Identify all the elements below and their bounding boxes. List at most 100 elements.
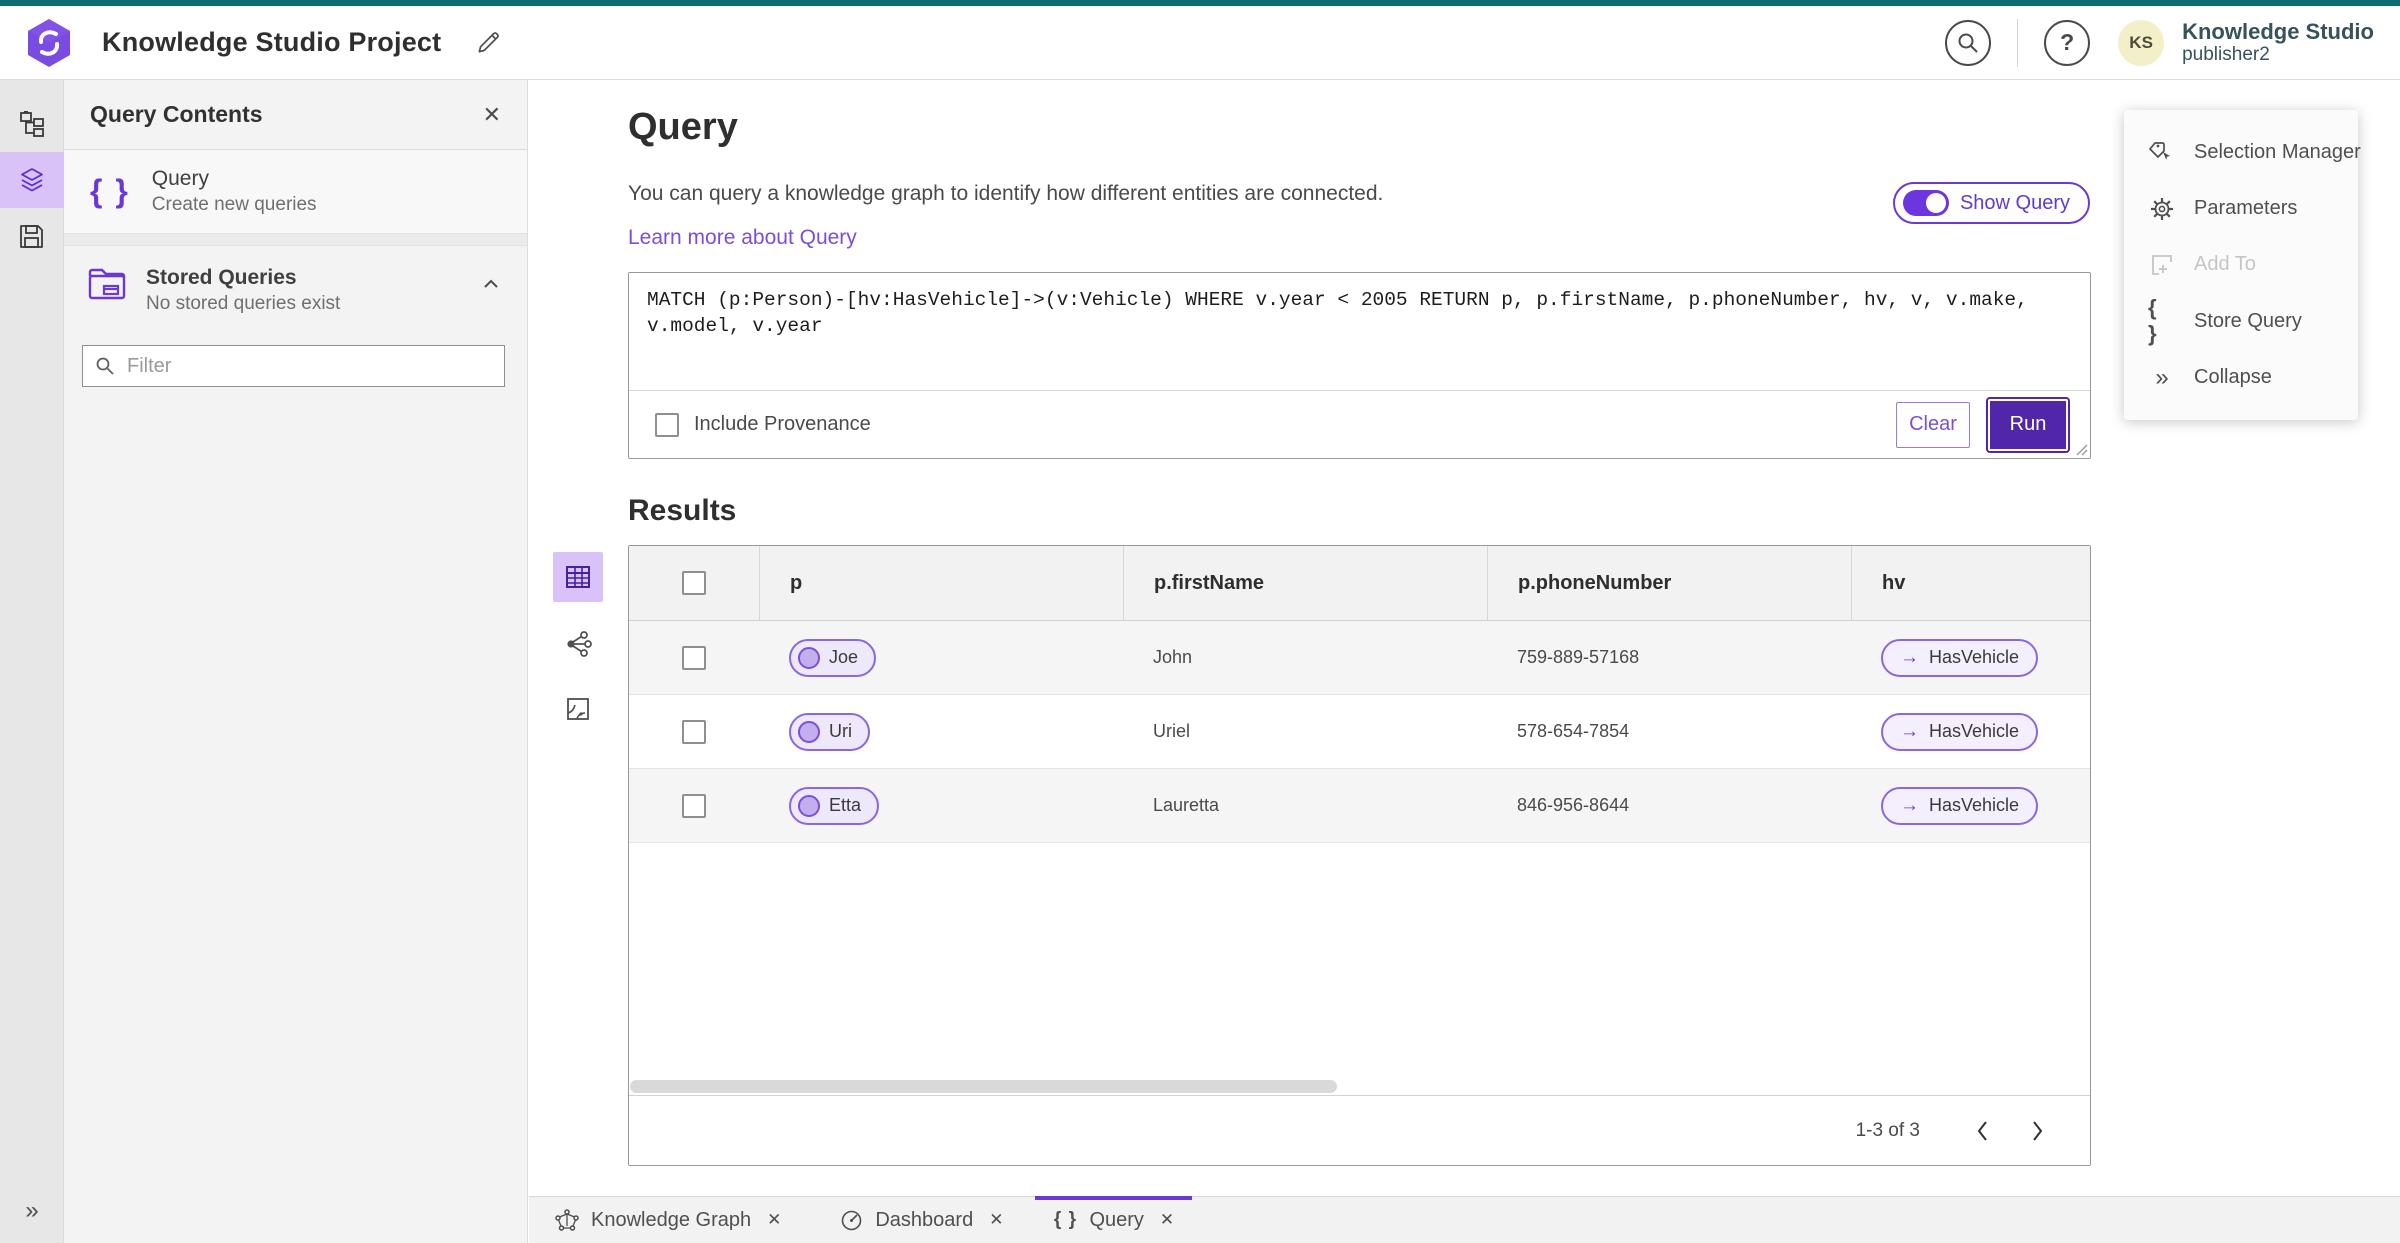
store-query-braces-icon: { } <box>2148 295 2159 347</box>
filter-search-icon <box>96 357 114 375</box>
row-checkbox[interactable] <box>682 793 706 818</box>
rail-item-layers[interactable] <box>0 152 64 208</box>
stored-queries-label: Stored Queries <box>146 266 297 289</box>
relationship-pill[interactable]: → HasVehicle <box>1881 638 2039 677</box>
query-list-item[interactable]: { } Query Create new queries <box>64 150 527 234</box>
schema-icon <box>19 111 44 137</box>
table-row: Uri Uriel 578-654-7854 → HasVehicle <box>629 695 2090 769</box>
app-window: Knowledge Studio Project ? KS Knowledge … <box>0 0 2400 1243</box>
link-chart-view-button[interactable] <box>553 618 603 668</box>
tab-label: Query <box>1089 1208 1144 1231</box>
entity-pill[interactable]: Uri <box>789 712 870 751</box>
column-header-phonenumber: p.phoneNumber <box>1487 546 1851 620</box>
tab-knowledge-graph[interactable]: Knowledge Graph ✕ <box>537 1197 799 1243</box>
arrow-right-icon: → <box>1900 794 1919 816</box>
previous-page-button[interactable] <box>1964 1112 2002 1150</box>
entity-pill[interactable]: Joe <box>789 638 877 677</box>
store-query-item[interactable]: { } Store Query <box>2124 295 2358 347</box>
firstname-cell: Lauretta <box>1153 795 1220 815</box>
selection-manager-label: Selection Manager <box>2194 140 2361 163</box>
edit-title-icon[interactable] <box>475 30 501 56</box>
stored-queries-section[interactable]: Stored Queries No stored queries exist <box>64 246 527 323</box>
avatar[interactable]: KS <box>2118 19 2165 66</box>
clear-button[interactable]: Clear <box>1896 401 1970 448</box>
next-page-button[interactable] <box>2018 1112 2056 1150</box>
run-button[interactable]: Run <box>1986 396 2070 453</box>
tab-close-icon[interactable]: ✕ <box>1160 1210 1174 1230</box>
row-checkbox[interactable] <box>682 719 706 744</box>
expand-rail-button[interactable]: » <box>0 1191 64 1231</box>
results-heading: Results <box>628 494 737 527</box>
panel-title: Query Contents <box>90 101 263 127</box>
table-row: Etta Lauretta 846-956-8644 → HasVehicle <box>629 769 2090 843</box>
collapse-item[interactable]: » Collapse <box>2124 353 2358 403</box>
tab-dashboard[interactable]: Dashboard ✕ <box>821 1197 1021 1243</box>
collapse-icon: » <box>2155 363 2169 391</box>
relationship-label: HasVehicle <box>1929 721 2020 741</box>
gear-icon <box>2151 197 2173 220</box>
store-query-label: Store Query <box>2194 309 2302 332</box>
arrow-right-icon: → <box>1900 646 1919 668</box>
add-to-label: Add To <box>2194 253 2256 276</box>
search-icon <box>1958 33 1978 53</box>
query-textarea[interactable]: MATCH (p:Person)-[hv:HasVehicle]->(v:Veh… <box>629 273 2090 390</box>
user-block: Knowledge Studio publisher2 <box>2182 19 2374 66</box>
layers-icon <box>20 168 43 192</box>
relationship-pill[interactable]: → HasVehicle <box>1881 786 2039 825</box>
entity-dot-icon <box>798 646 820 669</box>
select-all-checkbox[interactable] <box>682 571 706 595</box>
selection-manager-item[interactable]: Selection Manager <box>2124 127 2361 177</box>
scrollbar-thumb[interactable] <box>630 1080 1337 1093</box>
product-name: Knowledge Studio <box>2182 18 2374 44</box>
stored-queries-filter[interactable] <box>82 345 505 387</box>
app-header: Knowledge Studio Project ? KS Knowledge … <box>0 6 2400 80</box>
show-query-toggle[interactable]: Show Query <box>1892 182 2090 224</box>
phonenumber-cell: 846-956-8644 <box>1517 795 1630 815</box>
selection-manager-icon <box>2149 142 2170 160</box>
panel-header: Query Contents ✕ <box>64 80 527 150</box>
relationship-pill[interactable]: → HasVehicle <box>1881 712 2039 751</box>
map-view-icon <box>567 698 589 720</box>
horizontal-scrollbar <box>629 1078 2090 1095</box>
tab-close-icon[interactable]: ✕ <box>989 1210 1003 1230</box>
row-checkbox[interactable] <box>682 645 706 670</box>
add-to-icon <box>2152 255 2172 275</box>
rail-item-save[interactable] <box>0 208 64 264</box>
add-to-item: Add To <box>2124 240 2358 290</box>
close-panel-icon[interactable]: ✕ <box>483 102 501 128</box>
table-view-button[interactable] <box>553 552 603 602</box>
header-divider <box>2017 18 2019 67</box>
arrow-right-icon: → <box>1900 720 1919 742</box>
relationship-label: HasVehicle <box>1929 795 2020 815</box>
help-button[interactable]: ? <box>2044 19 2091 66</box>
table-header-row: p p.firstName p.phoneNumber hv <box>629 546 2090 621</box>
include-provenance-checkbox[interactable] <box>655 412 679 437</box>
chevron-up-icon[interactable] <box>481 274 501 294</box>
entity-label: Joe <box>829 647 859 667</box>
page-description: You can query a knowledge graph to ident… <box>628 182 1384 205</box>
tab-close-icon[interactable]: ✕ <box>767 1210 781 1230</box>
save-icon <box>20 224 43 248</box>
tab-label: Dashboard <box>875 1208 974 1231</box>
tab-label: Knowledge Graph <box>591 1208 752 1231</box>
table-footer: 1-3 of 3 <box>629 1095 2090 1165</box>
app-logo-icon[interactable] <box>26 18 72 68</box>
braces-icon: { } <box>90 173 130 209</box>
user-name: publisher2 <box>2182 44 2270 66</box>
results-table: p p.firstName p.phoneNumber hv Joe John … <box>628 545 2091 1166</box>
resize-grip-icon[interactable] <box>2074 442 2088 456</box>
table-row: Joe John 759-889-57168 → HasVehicle <box>629 621 2090 695</box>
parameters-item[interactable]: Parameters <box>2124 184 2358 234</box>
filter-input[interactable] <box>127 354 492 378</box>
learn-more-link[interactable]: Learn more about Query <box>628 226 857 250</box>
include-provenance-label: Include Provenance <box>694 413 871 435</box>
rail-item-data-model[interactable] <box>0 96 64 152</box>
map-view-button[interactable] <box>553 684 603 734</box>
phonenumber-cell: 759-889-57168 <box>1517 647 1640 667</box>
search-button[interactable] <box>1945 19 1992 66</box>
tab-query[interactable]: { } Query ✕ <box>1035 1196 1192 1243</box>
left-icon-rail: » <box>0 80 64 1243</box>
entity-pill[interactable]: Etta <box>789 786 880 825</box>
toggle-switch-icon[interactable] <box>1902 190 1949 216</box>
query-actions-bar: Include Provenance Clear Run <box>629 390 2090 458</box>
